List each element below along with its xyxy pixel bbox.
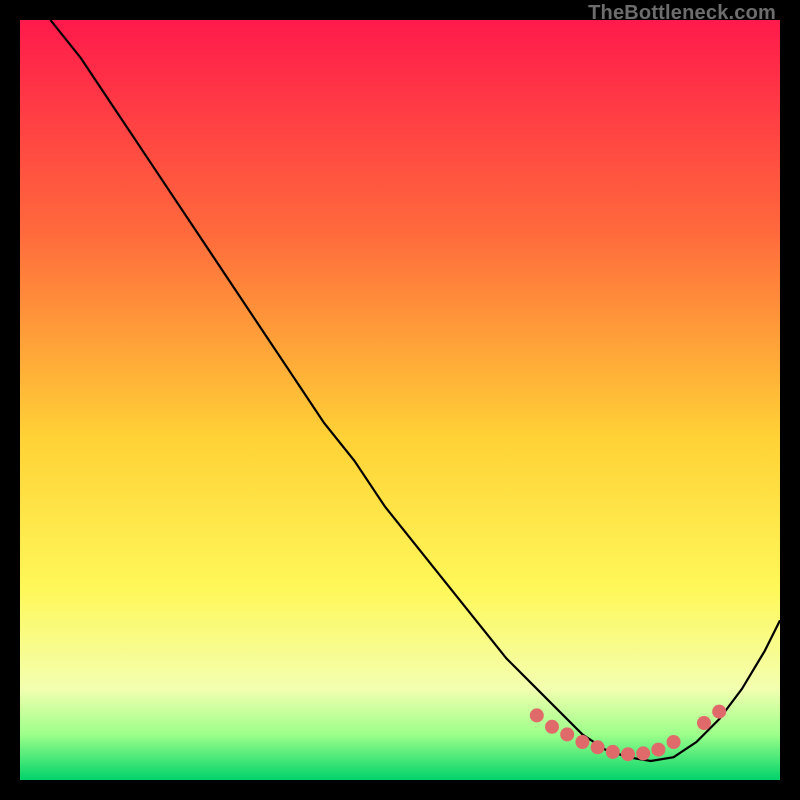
gradient-background: [20, 20, 780, 780]
bottleneck-chart: [20, 20, 780, 780]
optimal-dot: [712, 705, 726, 719]
optimal-dot: [575, 735, 589, 749]
optimal-dot: [667, 735, 681, 749]
optimal-dot: [560, 727, 574, 741]
optimal-dot: [651, 743, 665, 757]
optimal-dot: [621, 747, 635, 761]
optimal-dot: [697, 716, 711, 730]
optimal-dot: [591, 740, 605, 754]
optimal-dot: [530, 708, 544, 722]
optimal-dot: [545, 720, 559, 734]
chart-frame: [20, 20, 780, 780]
optimal-dot: [606, 745, 620, 759]
optimal-dot: [636, 746, 650, 760]
